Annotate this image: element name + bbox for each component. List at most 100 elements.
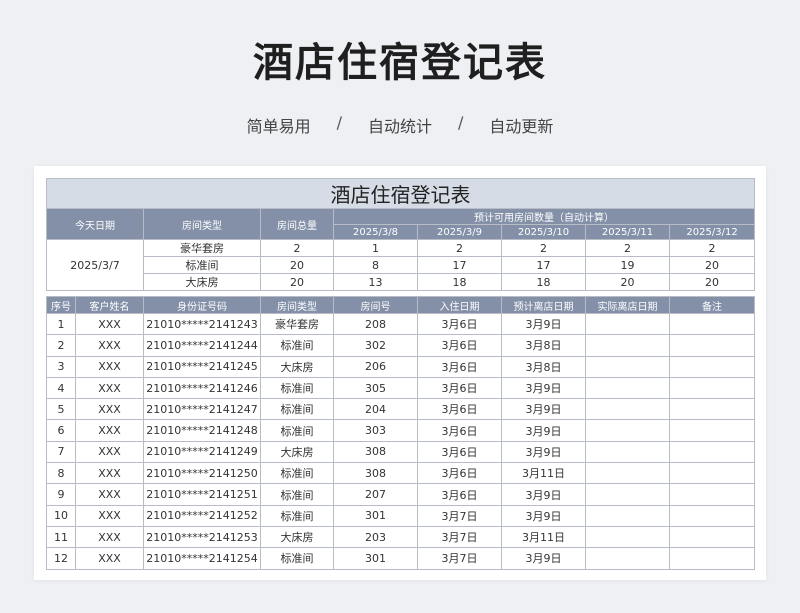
- id-number-cell[interactable]: 21010*****2141248: [143, 419, 261, 442]
- row-number-cell[interactable]: 6: [46, 419, 76, 442]
- room-number-cell[interactable]: 204: [333, 398, 418, 421]
- remarks-cell[interactable]: [668, 483, 756, 506]
- summary-room-total[interactable]: 20: [260, 256, 334, 274]
- customer-name-cell[interactable]: XXX: [75, 440, 144, 464]
- summary-available[interactable]: 20: [668, 256, 756, 274]
- checkin-date-cell[interactable]: 3月6日: [417, 355, 502, 378]
- id-number-cell[interactable]: 21010*****2141247: [143, 398, 261, 421]
- room-type-cell[interactable]: 标准间: [260, 398, 334, 421]
- row-number-cell[interactable]: 4: [46, 376, 76, 400]
- summary-available[interactable]: 20: [585, 273, 670, 291]
- id-number-cell[interactable]: 21010*****2141253: [143, 525, 261, 549]
- today-date[interactable]: 2025/3/7: [46, 239, 144, 291]
- customer-name-cell[interactable]: XXX: [75, 525, 144, 549]
- checkin-date-cell[interactable]: 3月6日: [417, 312, 502, 336]
- checkin-date-cell[interactable]: 3月6日: [417, 334, 502, 357]
- room-type-cell[interactable]: 标准间: [260, 504, 334, 527]
- id-number-cell[interactable]: 21010*****2141244: [143, 334, 261, 357]
- summary-available[interactable]: 13: [333, 273, 418, 291]
- checkin-date-cell[interactable]: 3月6日: [417, 419, 502, 442]
- customer-name-cell[interactable]: XXX: [75, 398, 144, 421]
- checkin-date-cell[interactable]: 3月7日: [417, 504, 502, 527]
- expected-checkout-cell[interactable]: 3月9日: [501, 419, 586, 442]
- actual-checkout-cell[interactable]: [585, 547, 670, 570]
- summary-available[interactable]: 2: [585, 239, 670, 257]
- room-number-cell[interactable]: 206: [333, 355, 418, 378]
- summary-available[interactable]: 19: [585, 256, 670, 274]
- customer-name-cell[interactable]: XXX: [75, 462, 144, 485]
- summary-available[interactable]: 17: [417, 256, 502, 274]
- id-number-cell[interactable]: 21010*****2141249: [143, 440, 261, 464]
- room-number-cell[interactable]: 303: [333, 419, 418, 442]
- row-number-cell[interactable]: 9: [46, 483, 76, 506]
- id-number-cell[interactable]: 21010*****2141252: [143, 504, 261, 527]
- checkin-date-cell[interactable]: 3月6日: [417, 462, 502, 485]
- expected-checkout-cell[interactable]: 3月9日: [501, 483, 586, 506]
- remarks-cell[interactable]: [668, 547, 756, 570]
- expected-checkout-cell[interactable]: 3月11日: [501, 462, 586, 485]
- expected-checkout-cell[interactable]: 3月9日: [501, 547, 586, 570]
- summary-available[interactable]: 8: [333, 256, 418, 274]
- room-type-cell[interactable]: 大床房: [260, 355, 334, 378]
- room-type-cell[interactable]: 标准间: [260, 376, 334, 400]
- row-number-cell[interactable]: 10: [46, 504, 76, 527]
- summary-available[interactable]: 17: [501, 256, 586, 274]
- room-number-cell[interactable]: 208: [333, 312, 418, 336]
- remarks-cell[interactable]: [668, 462, 756, 485]
- summary-available[interactable]: 1: [333, 239, 418, 257]
- checkin-date-cell[interactable]: 3月6日: [417, 376, 502, 400]
- room-type-cell[interactable]: 标准间: [260, 547, 334, 570]
- customer-name-cell[interactable]: XXX: [75, 334, 144, 357]
- id-number-cell[interactable]: 21010*****2141243: [143, 312, 261, 336]
- id-number-cell[interactable]: 21010*****2141250: [143, 462, 261, 485]
- id-number-cell[interactable]: 21010*****2141246: [143, 376, 261, 400]
- remarks-cell[interactable]: [668, 376, 756, 400]
- checkin-date-cell[interactable]: 3月7日: [417, 525, 502, 549]
- actual-checkout-cell[interactable]: [585, 398, 670, 421]
- summary-available[interactable]: 2: [668, 239, 756, 257]
- room-number-cell[interactable]: 203: [333, 525, 418, 549]
- expected-checkout-cell[interactable]: 3月9日: [501, 440, 586, 464]
- room-type-cell[interactable]: 豪华套房: [260, 312, 334, 336]
- row-number-cell[interactable]: 3: [46, 355, 76, 378]
- remarks-cell[interactable]: [668, 312, 756, 336]
- room-type-cell[interactable]: 标准间: [260, 483, 334, 506]
- expected-checkout-cell[interactable]: 3月9日: [501, 312, 586, 336]
- remarks-cell[interactable]: [668, 440, 756, 464]
- room-type-cell[interactable]: 标准间: [260, 419, 334, 442]
- expected-checkout-cell[interactable]: 3月8日: [501, 334, 586, 357]
- id-number-cell[interactable]: 21010*****2141251: [143, 483, 261, 506]
- room-type-cell[interactable]: 大床房: [260, 440, 334, 464]
- room-number-cell[interactable]: 207: [333, 483, 418, 506]
- checkin-date-cell[interactable]: 3月7日: [417, 547, 502, 570]
- id-number-cell[interactable]: 21010*****2141254: [143, 547, 261, 570]
- room-number-cell[interactable]: 305: [333, 376, 418, 400]
- room-number-cell[interactable]: 301: [333, 547, 418, 570]
- expected-checkout-cell[interactable]: 3月9日: [501, 398, 586, 421]
- room-number-cell[interactable]: 302: [333, 334, 418, 357]
- summary-room-type[interactable]: 豪华套房: [143, 239, 261, 257]
- summary-room-type[interactable]: 大床房: [143, 273, 261, 291]
- room-type-cell[interactable]: 标准间: [260, 462, 334, 485]
- actual-checkout-cell[interactable]: [585, 440, 670, 464]
- customer-name-cell[interactable]: XXX: [75, 312, 144, 336]
- customer-name-cell[interactable]: XXX: [75, 547, 144, 570]
- actual-checkout-cell[interactable]: [585, 525, 670, 549]
- row-number-cell[interactable]: 8: [46, 462, 76, 485]
- room-type-cell[interactable]: 大床房: [260, 525, 334, 549]
- row-number-cell[interactable]: 7: [46, 440, 76, 464]
- customer-name-cell[interactable]: XXX: [75, 419, 144, 442]
- summary-room-total[interactable]: 20: [260, 273, 334, 291]
- summary-available[interactable]: 2: [417, 239, 502, 257]
- summary-room-total[interactable]: 2: [260, 239, 334, 257]
- checkin-date-cell[interactable]: 3月6日: [417, 398, 502, 421]
- remarks-cell[interactable]: [668, 419, 756, 442]
- remarks-cell[interactable]: [668, 355, 756, 378]
- actual-checkout-cell[interactable]: [585, 462, 670, 485]
- customer-name-cell[interactable]: XXX: [75, 483, 144, 506]
- room-number-cell[interactable]: 308: [333, 462, 418, 485]
- row-number-cell[interactable]: 12: [46, 547, 76, 570]
- row-number-cell[interactable]: 1: [46, 312, 76, 336]
- checkin-date-cell[interactable]: 3月6日: [417, 483, 502, 506]
- expected-checkout-cell[interactable]: 3月9日: [501, 376, 586, 400]
